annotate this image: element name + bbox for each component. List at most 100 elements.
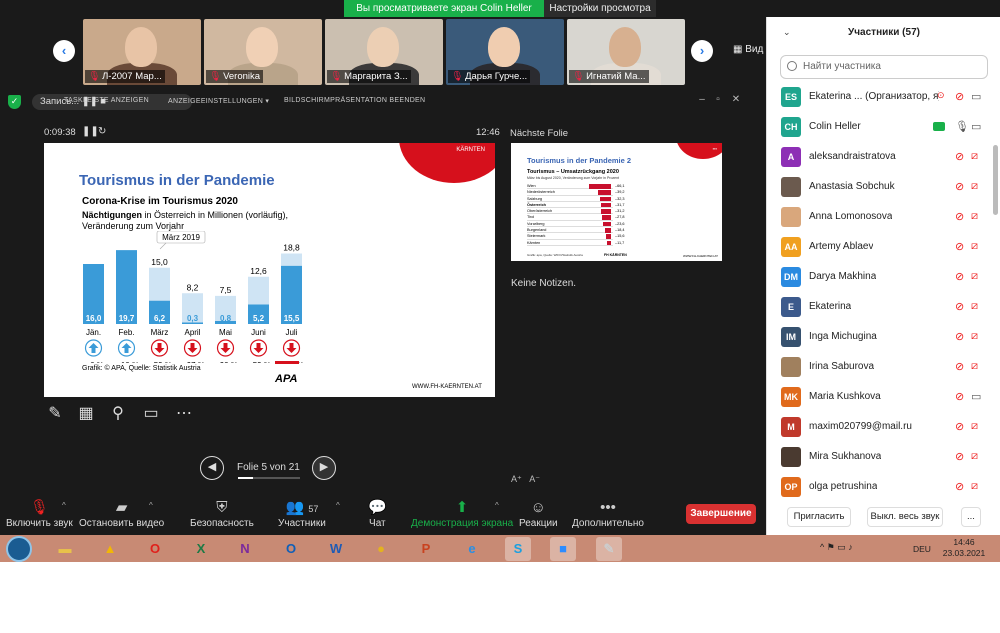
see-all-slides-icon[interactable]: ▦ [75, 403, 97, 425]
muted-mic-icon[interactable]: ⊘ [955, 390, 964, 403]
muted-mic-icon[interactable]: ⊘ [955, 450, 964, 463]
invite-button[interactable]: Пригласить [787, 507, 851, 527]
share-options-caret[interactable]: ^ [495, 501, 499, 510]
camera-off-icon[interactable]: ⧄ [971, 330, 978, 343]
chrome-icon[interactable]: ● [368, 537, 394, 561]
participant-video-thumbnail[interactable]: 🎙 Маргарита З... [325, 19, 443, 85]
mic-icon[interactable]: 🎙 [955, 120, 969, 133]
camera-off-icon[interactable]: ⧄ [971, 360, 978, 373]
stop-video-button[interactable]: ▰ Остановить видео ^ [79, 498, 164, 529]
taskbar-clock[interactable]: 14:46 23.03.2021 [936, 537, 992, 559]
notes-font-size[interactable]: A⁺ A⁻ [511, 474, 540, 485]
camera-off-icon[interactable]: ⧄ [971, 300, 978, 313]
zoom-in-icon[interactable]: ⚲ [107, 403, 129, 425]
participant-row[interactable]: E Ekaterina ⊘ ⧄ [767, 292, 1000, 322]
participant-list-scrollbar[interactable] [993, 145, 998, 215]
camera-off-icon[interactable]: ⧄ [971, 450, 978, 463]
participant-row[interactable]: IM Inga Michugina ⊘ ⧄ [767, 322, 1000, 352]
next-page-button[interactable]: › [691, 40, 713, 62]
share-screen-button[interactable]: ⬆ Демонстрация экрана ^ [411, 498, 513, 529]
participant-video-thumbnail[interactable]: 🎙 Дарья Гурче... [446, 19, 564, 85]
participant-search-input[interactable]: Найти участника [780, 55, 988, 79]
opera-icon[interactable]: O [142, 537, 168, 561]
panel-more-button[interactable]: ... [961, 507, 981, 527]
display-settings[interactable]: ANZEIGEEINSTELLUNGEN ▾ [168, 97, 269, 105]
excel-icon[interactable]: X [188, 537, 214, 561]
participant-row[interactable]: Mmaxim020799@mail.ru ⊘ ⧄ [767, 412, 1000, 442]
chat-button[interactable]: 💬 Чат [368, 498, 387, 529]
muted-mic-icon[interactable]: ⊘ [955, 270, 964, 283]
end-slideshow[interactable]: BILDSCHIRMPRÄSENTATION BEENDEN [284, 97, 425, 104]
security-button[interactable]: ⛨ Безопасность [190, 498, 254, 529]
more-button[interactable]: ••• Дополнительно [572, 498, 644, 529]
file-explorer-icon[interactable]: ▬ [52, 537, 78, 561]
muted-mic-icon[interactable]: ⊘ [955, 300, 964, 313]
view-settings-menu[interactable]: Настройки просмотра ⌄ [544, 0, 656, 31]
word-icon[interactable]: W [323, 537, 349, 561]
muted-mic-icon[interactable]: ⊘ [955, 150, 964, 163]
participant-row[interactable]: Aaleksandraistratova ⊘ ⧄ [767, 142, 1000, 172]
outlook-icon[interactable]: O [278, 537, 304, 561]
end-meeting-button[interactable]: Завершение [686, 504, 756, 524]
participant-row[interactable]: OP olga petrushina ⊘ ⧄ [767, 472, 1000, 498]
camera-off-icon[interactable]: ⧄ [971, 210, 978, 223]
muted-mic-icon[interactable]: ⊘ [955, 360, 964, 373]
system-tray[interactable]: ^ ⚑ ▭ ♪ [820, 542, 853, 553]
participant-row[interactable]: Irina Saburova ⊘ ⧄ [767, 352, 1000, 382]
participant-row[interactable]: MK Maria Kushkova ⊘ ▭ [767, 382, 1000, 412]
camera-off-icon[interactable]: ⧄ [971, 270, 978, 283]
muted-mic-icon[interactable]: ⊘ [955, 480, 964, 493]
powerpoint-icon[interactable]: P [413, 537, 439, 561]
participant-row[interactable]: Anna Lomonosova ⊘ ⧄ [767, 202, 1000, 232]
more-options-icon[interactable]: ⋯ [173, 403, 195, 425]
prev-page-button[interactable]: ‹ [53, 40, 75, 62]
muted-mic-icon[interactable]: ⊘ [955, 210, 964, 223]
unmute-button[interactable]: 🎙 Включить звук ^ [6, 498, 73, 529]
close-presenter-icon[interactable]: ✕ [724, 91, 748, 108]
camera-off-icon[interactable]: ⧄ [971, 420, 978, 433]
reactions-button[interactable]: ☺ Реакции [519, 498, 558, 529]
participants-caret[interactable]: ^ [336, 501, 340, 510]
camera-icon[interactable]: ▭ [971, 390, 981, 403]
next-slide-button[interactable]: ▶ [312, 456, 336, 480]
zoom-icon[interactable]: ■ [550, 537, 576, 561]
muted-mic-icon[interactable]: ⊘ [955, 420, 964, 433]
muted-mic-icon[interactable]: ⊘ [955, 90, 964, 103]
internet-explorer-icon[interactable]: e [459, 537, 485, 561]
pause-icon[interactable]: ❚❚ [82, 126, 99, 137]
previous-slide-button[interactable]: ◀ [200, 456, 224, 480]
audio-options-caret[interactable]: ^ [62, 501, 66, 510]
start-button[interactable] [6, 536, 32, 562]
camera-off-icon[interactable]: ⧄ [971, 180, 978, 193]
view-button[interactable]: ▦ Вид [733, 44, 763, 55]
archicad-icon[interactable]: ▲ [97, 537, 123, 561]
participant-row[interactable]: Mira Sukhanova ⊘ ⧄ [767, 442, 1000, 472]
participant-row[interactable]: DM Darya Makhina ⊘ ⧄ [767, 262, 1000, 292]
mute-all-button[interactable]: Выкл. весь звук [867, 507, 943, 527]
participants-button[interactable]: 👥 57 Участники ^ [278, 498, 340, 529]
participant-row[interactable]: CH Colin Heller 🎙 ▭ [767, 112, 1000, 142]
reset-timer-icon[interactable]: ↻ [98, 126, 106, 137]
video-options-caret[interactable]: ^ [149, 501, 153, 510]
participant-row[interactable]: AA Artemy Ablaev ⊘ ⧄ [767, 232, 1000, 262]
onenote-icon[interactable]: N [232, 537, 258, 561]
next-slide-preview[interactable]: ▪▪▪ Tourismus in der Pandemie 2 Tourismu… [511, 143, 722, 261]
participant-row[interactable]: ES Ekaterina ... (Организатор, я) ⊙ ⊘ ▭ [767, 82, 1000, 112]
camera-icon[interactable]: ▭ [971, 120, 981, 133]
muted-mic-icon[interactable]: ⊘ [955, 330, 964, 343]
skype-icon[interactable]: S [505, 537, 531, 561]
camera-off-icon[interactable]: ⧄ [971, 240, 978, 253]
muted-mic-icon[interactable]: ⊘ [955, 240, 964, 253]
camera-off-icon[interactable]: ⧄ [971, 480, 978, 493]
black-screen-icon[interactable]: ▭ [140, 403, 162, 425]
muted-mic-icon[interactable]: ⊘ [955, 180, 964, 193]
input-language[interactable]: DEU [913, 544, 931, 554]
participant-video-thumbnail[interactable]: 🎙 Veronika [204, 19, 322, 85]
taskbar-toggle[interactable]: TASKLEISTE ANZEIGEN [64, 97, 149, 104]
participant-video-thumbnail[interactable]: 🎙 Игнатий Ма... [567, 19, 685, 85]
camera-icon[interactable]: ▭ [971, 90, 981, 103]
camera-off-icon[interactable]: ⧄ [971, 150, 978, 163]
participant-row[interactable]: Anastasia Sobchuk ⊘ ⧄ [767, 172, 1000, 202]
participant-video-thumbnail[interactable]: 🎙 Л-2007 Мар... [83, 19, 201, 85]
paint-icon[interactable]: ✎ [596, 537, 622, 561]
